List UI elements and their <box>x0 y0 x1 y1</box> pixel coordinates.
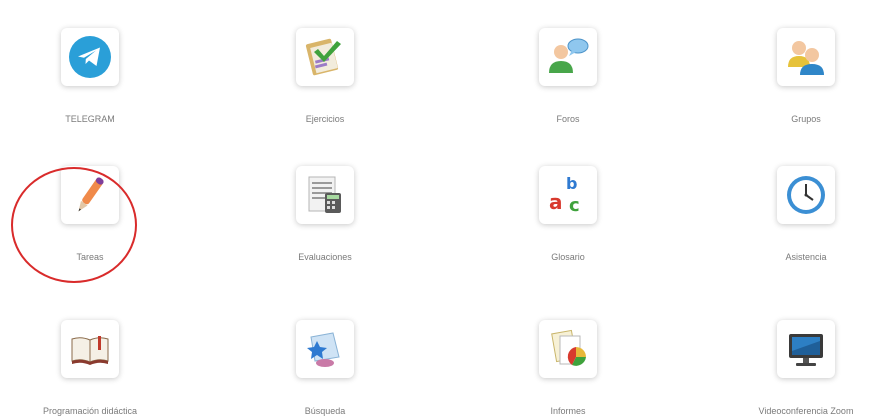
tool-informes[interactable]: Informes <box>478 320 658 416</box>
tool-label: Búsqueda <box>304 406 346 416</box>
tool-tile[interactable]: b a c <box>539 166 597 224</box>
tool-label: Glosario <box>551 252 585 262</box>
search-icon <box>307 332 340 367</box>
reports-icon <box>551 329 586 366</box>
tools-grid: TELEGRAM Ejercicios Foros Grupos Tareas … <box>0 0 882 419</box>
svg-text:c: c <box>569 195 580 216</box>
tool-label: Evaluaciones <box>298 252 352 262</box>
tool-tile[interactable] <box>296 28 354 86</box>
tool-label: Programación didáctica <box>42 406 138 416</box>
tool-tile[interactable] <box>777 166 835 224</box>
tasks-pen-icon <box>78 177 104 212</box>
tool-tile[interactable] <box>539 320 597 378</box>
tool-label: Tareas <box>76 252 104 262</box>
tool-grupos[interactable]: Grupos <box>716 28 882 124</box>
tool-tile[interactable] <box>777 28 835 86</box>
tool-label: Asistencia <box>785 252 827 262</box>
tool-label: Videoconferencia Zoom <box>758 406 854 416</box>
tool-tareas[interactable]: Tareas <box>0 166 180 262</box>
syllabus-book-icon <box>71 336 109 365</box>
exercises-icon <box>305 38 341 76</box>
tool-telegram[interactable]: TELEGRAM <box>0 28 180 124</box>
tool-tile[interactable] <box>296 320 354 378</box>
glossary-icon: b a c <box>549 174 580 216</box>
evaluations-icon <box>308 176 341 213</box>
tool-evaluaciones[interactable]: Evaluaciones <box>235 166 415 262</box>
videoconference-monitor-icon <box>789 334 823 366</box>
groups-icon <box>788 41 824 75</box>
tool-label: TELEGRAM <box>65 114 115 124</box>
tool-asistencia[interactable]: Asistencia <box>716 166 882 262</box>
tool-tile[interactable] <box>61 320 119 378</box>
tool-ejercicios[interactable]: Ejercicios <box>235 28 415 124</box>
tool-tile[interactable] <box>539 28 597 86</box>
tool-tile[interactable] <box>296 166 354 224</box>
forums-icon <box>549 38 589 73</box>
telegram-icon <box>69 36 111 78</box>
tool-label: Ejercicios <box>305 114 345 124</box>
tool-programacion-didactica[interactable]: Programación didáctica <box>0 320 180 416</box>
tool-foros[interactable]: Foros <box>478 28 658 124</box>
svg-text:a: a <box>549 190 563 214</box>
svg-text:b: b <box>566 174 577 193</box>
tool-tile[interactable] <box>61 28 119 86</box>
tool-videoconferencia-zoom[interactable]: Videoconferencia Zoom <box>716 320 882 416</box>
tool-label: Grupos <box>791 114 821 124</box>
tool-label: Foros <box>556 114 580 124</box>
attendance-clock-icon <box>787 176 825 214</box>
tool-glosario[interactable]: b a c Glosario <box>478 166 658 262</box>
tool-busqueda[interactable]: Búsqueda <box>235 320 415 416</box>
tool-tile[interactable] <box>777 320 835 378</box>
tool-tile[interactable] <box>61 166 119 224</box>
tool-label: Informes <box>550 406 586 416</box>
